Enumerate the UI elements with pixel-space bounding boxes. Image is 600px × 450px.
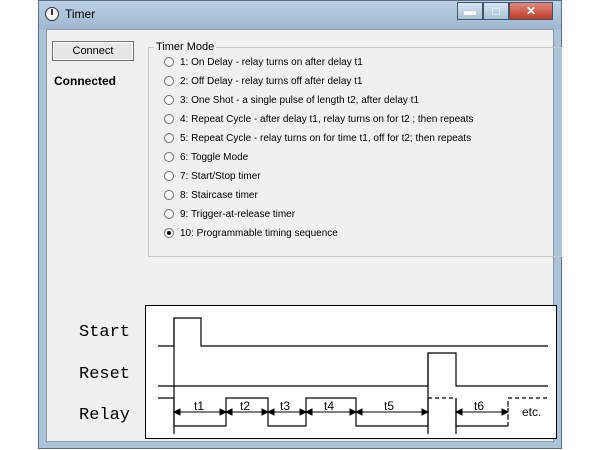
interval-label-t6: t6 [474,399,484,413]
timer-mode-option-label: 2: Off Delay - relay turns off after del… [180,75,363,87]
timer-mode-option-6[interactable]: 6: Toggle Mode [164,150,248,164]
timing-diagram: t1 t2 t3 t4 t5 t6 etc. [145,305,557,439]
timer-mode-option-8[interactable]: 8: Staircase timer [164,188,258,202]
timer-mode-option-9[interactable]: 9: Trigger-at-release timer [164,207,295,221]
stopwatch-icon [45,7,59,21]
signal-label-start: Start [79,323,131,342]
radio-button[interactable] [164,228,174,238]
interval-label-t4: t4 [324,399,334,413]
maximize-button[interactable]: □ [483,2,509,20]
radio-button[interactable] [164,171,174,181]
maximize-icon: □ [492,4,500,18]
timer-mode-option-4[interactable]: 4: Repeat Cycle - after delay t1, relay … [164,112,474,126]
timer-mode-option-1[interactable]: 1: On Delay - relay turns on after delay… [164,55,363,69]
radio-button[interactable] [164,95,174,105]
interval-label-t3: t3 [280,399,290,413]
continuation-label: etc. [522,405,541,419]
window-title: Timer [65,7,96,21]
timer-mode-option-10[interactable]: 10: Programmable timing sequence [164,226,338,240]
timer-mode-option-label: 4: Repeat Cycle - after delay t1, relay … [180,113,474,125]
timer-mode-option-label: 8: Staircase timer [180,189,258,201]
radio-button[interactable] [164,209,174,219]
title-bar[interactable]: Timer ▬ □ ✕ [39,1,561,29]
timer-mode-option-7[interactable]: 7: Start/Stop timer [164,169,261,183]
close-button[interactable]: ✕ [509,2,553,20]
timer-mode-option-label: 1: On Delay - relay turns on after delay… [180,56,363,68]
timer-mode-option-label: 7: Start/Stop timer [180,170,261,182]
signal-label-reset: Reset [79,365,131,384]
close-icon: ✕ [525,4,537,18]
timer-mode-option-label: 5: Repeat Cycle - relay turns on for tim… [180,132,472,144]
timer-mode-option-5[interactable]: 5: Repeat Cycle - relay turns on for tim… [164,131,471,145]
timing-diagram-svg: t1 t2 t3 t4 t5 t6 etc. [158,317,548,434]
radio-button[interactable] [164,57,174,67]
timer-mode-label: Timer Mode [154,41,217,53]
interval-label-t1: t1 [194,399,204,413]
radio-button[interactable] [164,114,174,124]
radio-button[interactable] [164,190,174,200]
interval-label-t2: t2 [240,399,250,413]
radio-button[interactable] [164,133,174,143]
radio-button[interactable] [164,76,174,86]
timer-mode-option-label: 10: Programmable timing sequence [180,227,338,239]
caption-buttons: ▬ □ ✕ [457,2,553,21]
timer-mode-option-2[interactable]: 2: Off Delay - relay turns off after del… [164,74,363,88]
timer-mode-option-3[interactable]: 3: One Shot - a single pulse of length t… [164,93,419,107]
radio-button[interactable] [164,152,174,162]
interval-label-t5: t5 [384,399,394,413]
minimize-button[interactable]: ▬ [457,2,483,20]
connect-button[interactable]: Connect [52,41,134,61]
minimize-icon: ▬ [464,4,476,18]
signal-label-relay: Relay [79,406,131,425]
timer-mode-option-label: 6: Toggle Mode [180,151,249,163]
interval-arrows [172,404,510,420]
reset-waveform [158,352,548,387]
start-waveform [158,317,548,347]
connection-status: Connected [54,74,117,88]
timer-mode-option-label: 9: Trigger-at-release timer [180,208,296,220]
timer-mode-option-label: 3: One Shot - a single pulse of length t… [180,94,420,106]
